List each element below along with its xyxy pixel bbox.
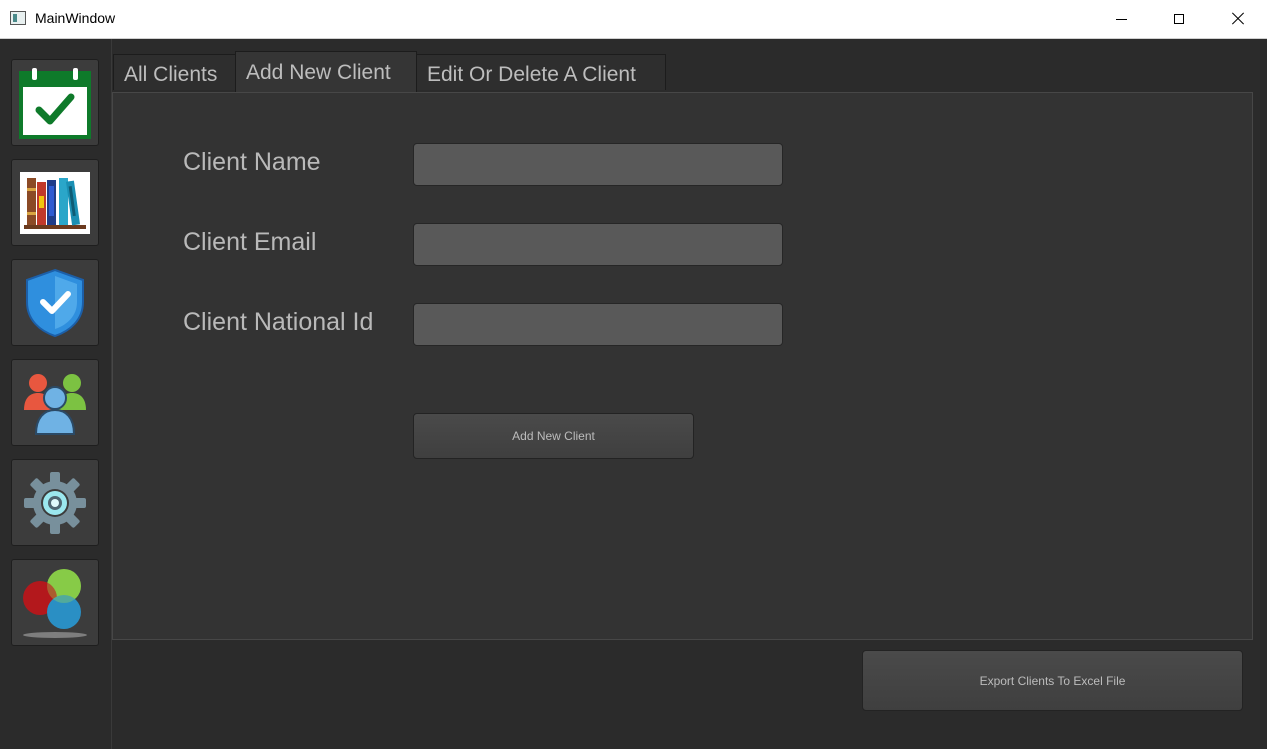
books-icon <box>20 171 90 234</box>
close-button[interactable] <box>1209 0 1267 38</box>
client-name-label: Client Name <box>183 148 321 176</box>
shield-check-icon <box>26 268 84 337</box>
calendar-check-icon <box>19 67 91 139</box>
sidebar-item-security[interactable] <box>11 259 99 346</box>
tab-bar: All Clients Edit Or Delete A Client Add … <box>111 49 1261 93</box>
add-new-client-button[interactable]: Add New Client <box>413 413 694 459</box>
sidebar-item-calendar[interactable] <box>11 59 99 146</box>
close-icon <box>1231 12 1245 26</box>
export-clients-excel-button[interactable]: Export Clients To Excel File <box>862 650 1243 711</box>
minimize-icon <box>1115 18 1127 20</box>
maximize-button[interactable] <box>1150 0 1208 38</box>
client-national-id-input[interactable] <box>413 303 783 346</box>
client-email-label: Client Email <box>183 228 317 256</box>
color-circles-icon <box>23 568 87 638</box>
add-client-panel: Client Name Client Email Client National… <box>112 92 1253 640</box>
tab-all-clients[interactable]: All Clients <box>113 54 236 90</box>
sidebar <box>0 39 112 749</box>
sidebar-item-clients[interactable] <box>11 359 99 446</box>
client-name-input[interactable] <box>413 143 783 186</box>
sidebar-item-themes[interactable] <box>11 559 99 646</box>
users-icon <box>24 373 86 435</box>
client-email-input[interactable] <box>413 223 783 266</box>
title-bar: MainWindow <box>0 0 1267 39</box>
main-content: All Clients Edit Or Delete A Client Add … <box>111 49 1261 749</box>
tab-add-new-client[interactable]: Add New Client <box>235 51 417 92</box>
sidebar-item-books[interactable] <box>11 159 99 246</box>
window-title: MainWindow <box>35 10 116 26</box>
gear-icon <box>24 471 86 534</box>
client-national-id-label: Client National Id <box>183 308 374 336</box>
minimize-button[interactable] <box>1092 0 1150 38</box>
maximize-icon <box>1174 14 1184 24</box>
app-window-icon <box>10 11 26 25</box>
sidebar-item-settings[interactable] <box>11 459 99 546</box>
tab-edit-or-delete-client[interactable]: Edit Or Delete A Client <box>416 54 666 90</box>
